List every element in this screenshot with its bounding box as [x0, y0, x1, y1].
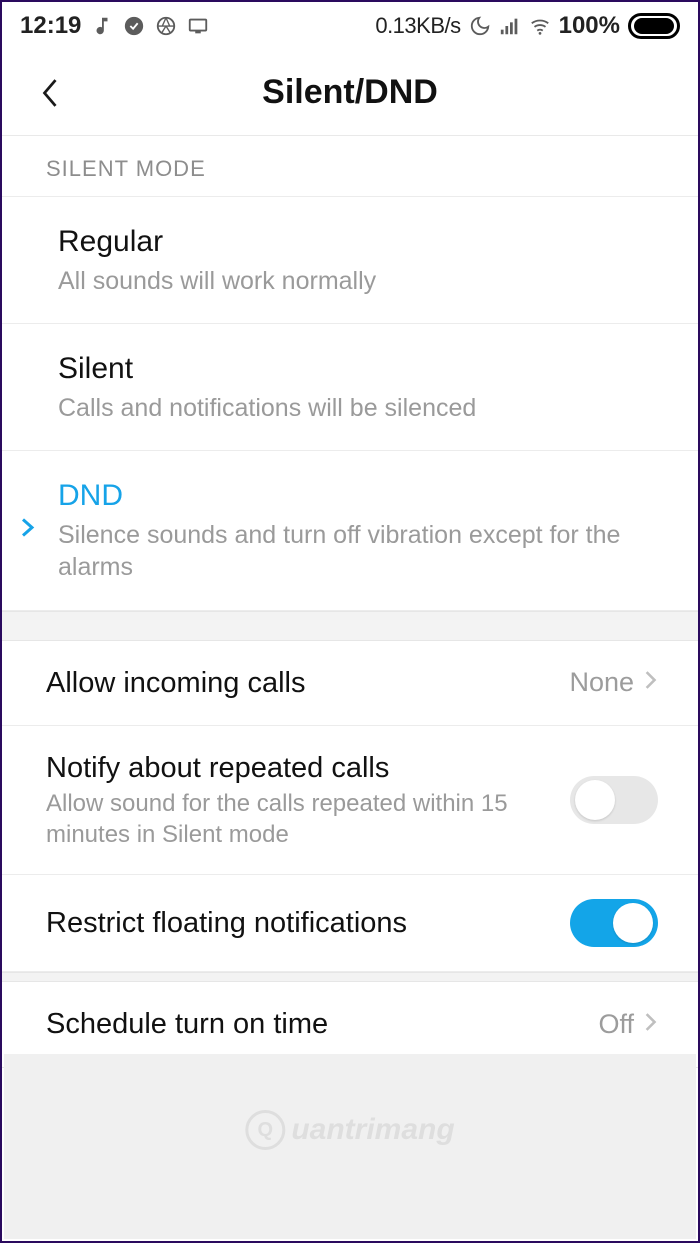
option-allow-incoming-calls[interactable]: Allow incoming calls None — [2, 641, 698, 726]
mode-title: DND — [58, 477, 658, 515]
toggle-restrict-floating[interactable] — [570, 899, 658, 947]
music-icon — [91, 15, 113, 37]
back-button[interactable] — [30, 73, 70, 113]
battery-icon — [628, 13, 680, 39]
ftp-icon — [187, 15, 209, 37]
status-battery-pct: 100% — [559, 12, 620, 40]
option-title: Restrict floating notifications — [46, 905, 550, 941]
chevron-right-icon — [644, 668, 658, 697]
status-time: 12:19 — [20, 12, 81, 40]
check-circle-icon — [123, 15, 145, 37]
watermark-text: uantrimang — [291, 1113, 454, 1147]
option-notify-repeated-calls[interactable]: Notify about repeated calls Allow sound … — [2, 726, 698, 876]
status-network-speed: 0.13KB/s — [375, 13, 460, 39]
selected-indicator-icon — [20, 516, 36, 545]
section-divider — [2, 972, 698, 982]
option-value: Off — [598, 1009, 634, 1040]
wifi-icon — [529, 15, 551, 37]
status-bar: 12:19 0.13KB/s 100% — [2, 2, 698, 50]
section-header-silent-mode: SILENT MODE — [2, 136, 698, 197]
option-title: Allow incoming calls — [46, 665, 549, 701]
status-left: 12:19 — [20, 12, 209, 40]
section-divider — [2, 611, 698, 641]
moon-icon — [469, 15, 491, 37]
mode-subtitle: All sounds will work normally — [58, 265, 658, 298]
mode-option-silent[interactable]: Silent Calls and notifications will be s… — [2, 324, 698, 451]
watermark-logo-icon: Q — [245, 1110, 285, 1150]
mode-title: Silent — [58, 350, 658, 388]
watermark: Q uantrimang — [245, 1110, 454, 1150]
option-title: Schedule turn on time — [46, 1006, 578, 1042]
page-title: Silent/DND — [262, 73, 438, 112]
mode-subtitle: Calls and notifications will be silenced — [58, 392, 658, 425]
mode-option-dnd[interactable]: DND Silence sounds and turn off vibratio… — [2, 451, 698, 611]
option-value: None — [569, 667, 634, 698]
option-subtitle: Allow sound for the calls repeated withi… — [46, 789, 550, 850]
signal-icon — [499, 15, 521, 37]
toggle-repeated-calls[interactable] — [570, 776, 658, 824]
title-bar: Silent/DND — [2, 50, 698, 136]
chevron-right-icon — [644, 1010, 658, 1039]
aperture-icon — [155, 15, 177, 37]
mode-option-regular[interactable]: Regular All sounds will work normally — [2, 197, 698, 324]
mode-title: Regular — [58, 223, 658, 261]
option-restrict-floating[interactable]: Restrict floating notifications — [2, 875, 698, 972]
mode-subtitle: Silence sounds and turn off vibration ex… — [58, 519, 658, 584]
status-right: 0.13KB/s 100% — [375, 12, 680, 40]
chevron-left-icon — [39, 75, 61, 111]
option-title: Notify about repeated calls — [46, 750, 550, 786]
